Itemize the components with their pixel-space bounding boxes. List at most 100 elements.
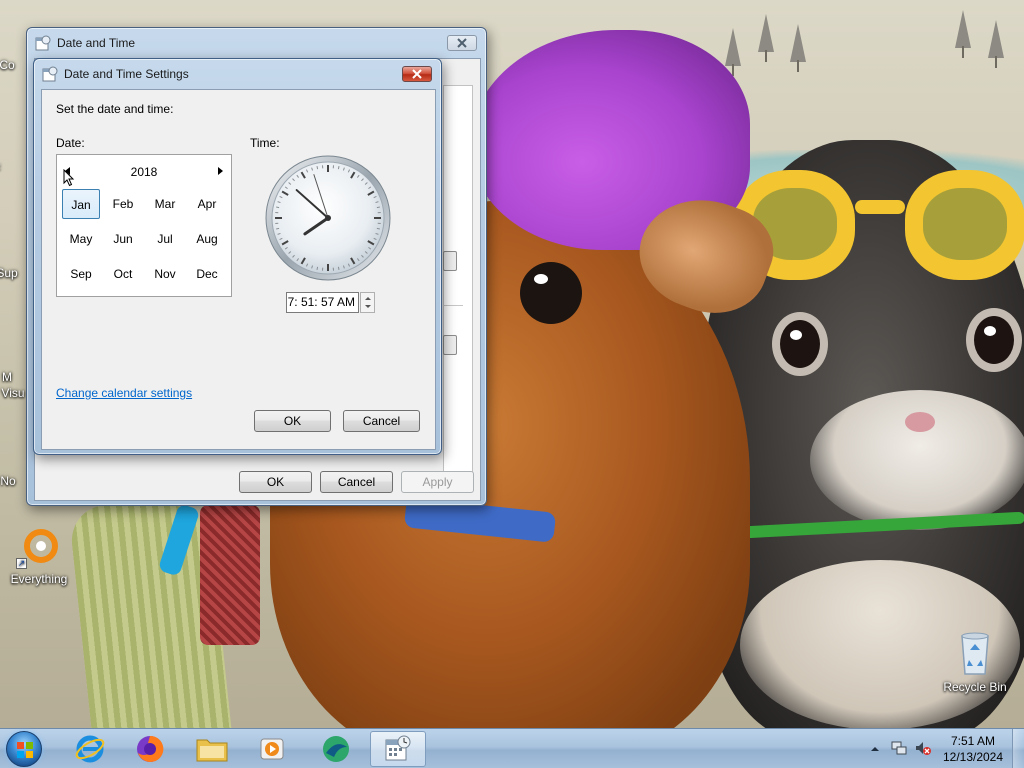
cancel-button-label: Cancel [362,414,401,428]
time-value: 7: 51: 57 AM [287,295,355,309]
desktop-icon-label: No [0,474,16,488]
clock-date: 12/13/2024 [942,750,1004,764]
time-label: Time: [250,136,280,150]
close-icon [412,69,422,79]
spin-up-icon[interactable] [365,297,371,300]
calendar-month-oct[interactable]: Oct [104,259,142,289]
calendar-month-dec[interactable]: Dec [188,259,226,289]
calendar-month-jul[interactable]: Jul [146,224,184,254]
desktop-icon-label: Recycle Bin [943,680,1007,694]
time-spinner[interactable] [360,292,375,313]
calendar-year-label[interactable]: 2018 [57,165,231,179]
calendar-month-apr[interactable]: Apr [188,189,226,219]
desktop-icon-everything[interactable]: ↗ Everything [4,528,74,586]
desktop-icon-label: Everything [10,572,68,586]
ok-button[interactable]: OK [239,471,312,493]
cancel-button[interactable]: Cancel [320,471,393,493]
internet-explorer-icon [75,735,105,763]
wallpaper-tree [725,28,741,76]
desktop-icon-label: Co [0,58,15,72]
date-time-settings-dialog[interactable]: Date and Time Settings Set the date and … [33,58,442,455]
show-desktop-button[interactable] [1012,729,1024,768]
desktop-icon-label: Sup [0,266,18,280]
clock-tick [337,166,340,170]
clock-tick [376,206,380,209]
network-icon[interactable] [890,739,908,757]
taskbar-internet-explorer[interactable] [62,731,118,767]
apply-button[interactable]: Apply [401,471,474,493]
spin-down-icon[interactable] [365,305,371,308]
calendar-month-feb[interactable]: Feb [104,189,142,219]
start-button[interactable] [6,731,42,767]
desktop-icon-recycle-bin[interactable]: Recycle Bin [940,630,1010,694]
green-app-icon [323,736,349,762]
clock-tick [316,166,319,170]
media-player-icon [260,738,284,760]
calendar-month-nov[interactable]: Nov [146,259,184,289]
close-button[interactable] [402,66,432,82]
wallpaper-glasses-bridge [855,200,905,214]
wallpaper-tree [988,20,1004,68]
dialog-client: Set the date and time: Date: Time: 2018 … [41,89,436,450]
clock-tick [376,227,380,230]
wallpaper-squirrel-eye [772,312,828,376]
window-title: Date and Time [57,36,136,50]
taskbar-media-player[interactable] [244,731,300,767]
calendar-month-aug[interactable]: Aug [188,224,226,254]
windows-logo-icon [17,742,33,758]
calendar-month-sep[interactable]: Sep [62,259,100,289]
clock-time: 7:51 AM [950,734,996,748]
recycle-bin-icon [961,632,989,675]
calendar-month-jun[interactable]: Jun [104,224,142,254]
taskbar-firefox[interactable] [122,731,178,767]
desktop-icon-partial[interactable]: F [0,162,22,176]
change-date-button[interactable] [443,251,457,271]
wallpaper-tree [955,10,971,58]
ok-button-label: OK [283,414,302,428]
window-titlebar[interactable]: Date and Time [35,28,478,58]
clock-tick [276,227,280,230]
date-label: Date: [56,136,85,150]
dialog-titlebar[interactable]: Date and Time Settings [42,59,433,89]
calendar-month-may[interactable]: May [62,224,100,254]
firefox-icon [137,735,164,762]
tab-panel [443,85,473,489]
ok-button-label: OK [266,475,285,489]
taskbar-date-time-settings[interactable] [370,731,426,767]
calendar-clock-icon [385,735,411,761]
close-button[interactable] [447,35,477,51]
desktop-icon-label: M [2,370,12,384]
clock-tick [316,266,319,270]
time-input[interactable]: 7: 51: 57 AM [286,292,359,313]
calendar-control[interactable]: 2018 Jan Feb Mar Apr May Jun Jul Aug Sep Oct Nov De… [56,154,232,297]
volume-muted-icon[interactable] [914,739,932,757]
calendar-header: 2018 [57,155,231,189]
taskbar-file-explorer[interactable] [184,731,240,767]
dialog-title: Date and Time Settings [64,67,189,81]
calendar-clock-icon [42,66,58,82]
ok-button[interactable]: OK [254,410,331,432]
change-timezone-button[interactable] [443,335,457,355]
mouse-pointer-icon [63,169,75,187]
calendar-month-jan[interactable]: Jan [62,189,100,219]
show-hidden-icons-icon[interactable] [870,744,880,754]
wallpaper-sunglass [905,170,1024,280]
change-calendar-settings-link[interactable]: Change calendar settings [56,386,192,400]
next-year-button[interactable] [218,167,223,175]
cancel-button[interactable]: Cancel [343,410,420,432]
instruction-text: Set the date and time: [56,102,174,116]
close-icon [457,38,467,48]
clock-tick [276,206,280,209]
shortcut-arrow-icon: ↗ [16,558,27,569]
wallpaper-squirrel-muzzle [810,390,1024,530]
calendar-month-mar[interactable]: Mar [146,189,184,219]
wallpaper-tree [758,14,774,62]
wallpaper-squirrel-nose [905,412,935,432]
taskbar: 7:51 AM 12/13/2024 [0,728,1024,768]
taskbar-clock[interactable]: 7:51 AM 12/13/2024 [938,733,1008,765]
wallpaper-hamster-eye [520,262,582,324]
wallpaper-ribbon [200,505,260,645]
wallpaper-tree [790,24,806,72]
taskbar-green-app[interactable] [308,731,364,767]
folder-icon [196,739,228,762]
